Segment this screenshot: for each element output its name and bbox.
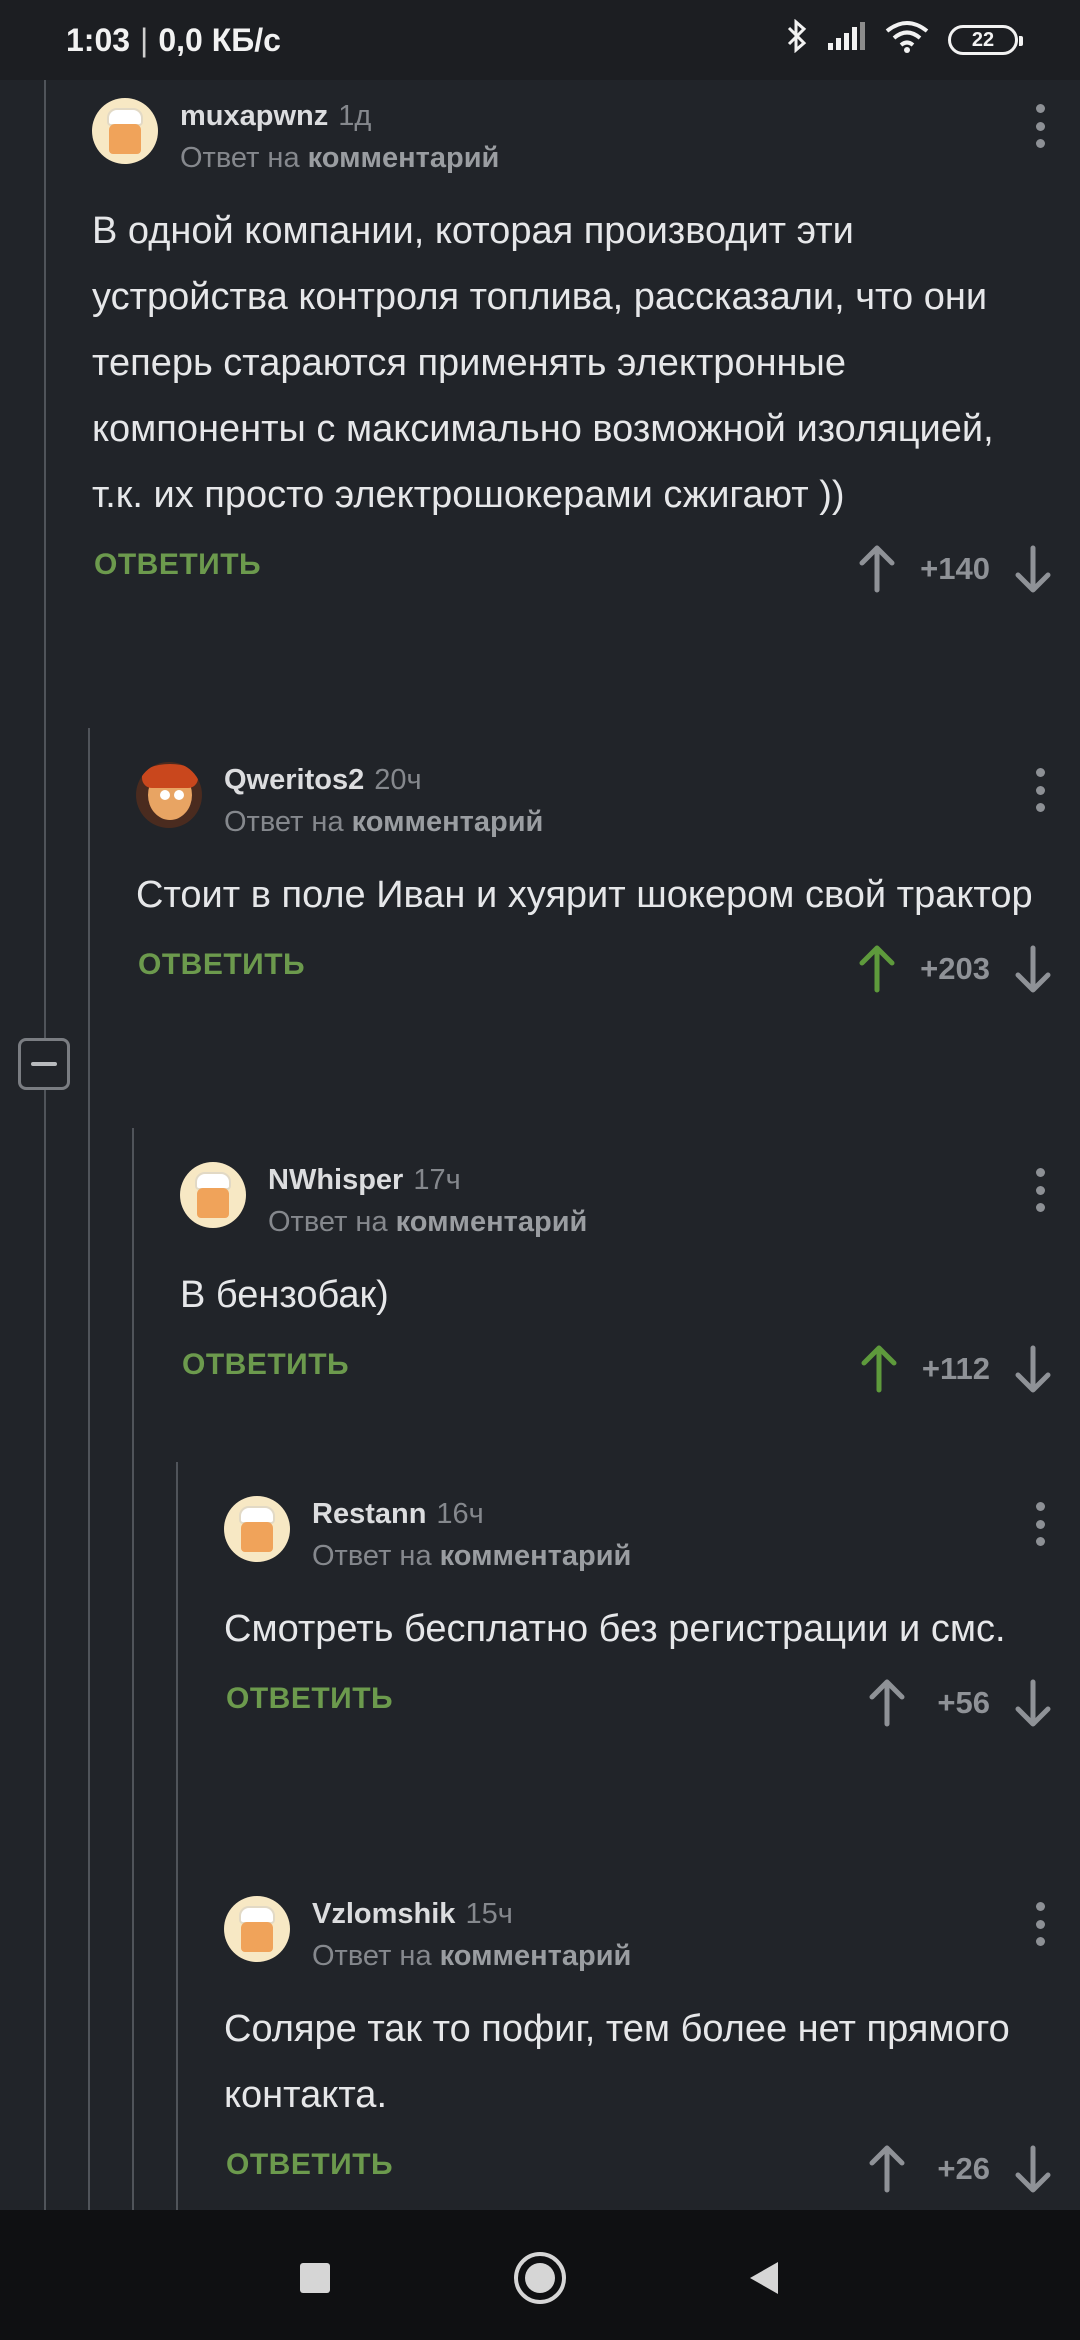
upvote-arrow-icon[interactable]	[866, 1678, 908, 1728]
comment-score: +26	[937, 2151, 990, 2186]
bluetooth-icon	[786, 18, 808, 61]
comment: Restann 16ч Ответ на комментарий Смотреть…	[224, 1496, 1080, 1738]
downvote-arrow-icon[interactable]	[1012, 1678, 1054, 1728]
navigation-bar	[0, 2210, 1080, 2340]
comment-score: +140	[920, 551, 990, 586]
upvote-arrow-icon[interactable]	[856, 544, 898, 594]
avatar[interactable]	[92, 98, 158, 164]
status-time: 1:03	[66, 21, 131, 58]
more-options-icon[interactable]	[1030, 1502, 1050, 1546]
battery-level: 22	[971, 28, 995, 51]
reply-to-line: Ответ на комментарий	[312, 1940, 632, 1972]
more-options-icon[interactable]	[1030, 1168, 1050, 1212]
avatar[interactable]	[180, 1162, 246, 1228]
status-separator: |	[140, 21, 149, 58]
comment: Qweritos2 20ч Ответ на комментарий Стоит …	[136, 762, 1080, 1004]
thread-line-level-0	[44, 80, 46, 2210]
reply-to-line: Ответ на комментарий	[180, 142, 500, 174]
reply-to-line: Ответ на комментарий	[268, 1206, 588, 1238]
vote-controls: +112	[858, 1334, 1054, 1404]
comment-username[interactable]: Qweritos2 20ч	[224, 764, 422, 797]
comment: Vzlomshik 15ч Ответ на комментарий Соляре…	[224, 1896, 1080, 2204]
home-circle-icon[interactable]	[510, 2248, 570, 2308]
comment-footer: ОТВЕТИТЬ +56	[224, 1668, 1080, 1738]
comment-score: +112	[921, 1351, 990, 1386]
comment-username[interactable]: Vzlomshik 15ч	[312, 1898, 513, 1931]
wifi-icon	[884, 19, 930, 61]
comment-time: 1д	[338, 100, 372, 132]
reply-to-link[interactable]: комментарий	[396, 1206, 588, 1238]
thread-line-level-1	[88, 728, 90, 2210]
comment-score: +203	[920, 951, 990, 986]
upvote-arrow-icon[interactable]	[858, 1344, 900, 1394]
reply-to-link[interactable]: комментарий	[440, 1940, 632, 1972]
comment: NWhisper 17ч Ответ на комментарий В бензо…	[180, 1162, 1080, 1404]
comment-time: 15ч	[465, 1898, 513, 1930]
comment-username[interactable]: muxapwnz 1д	[180, 100, 371, 133]
avatar[interactable]	[136, 762, 202, 828]
comment-time: 20ч	[374, 764, 422, 796]
comment-header: NWhisper 17ч Ответ на комментарий	[180, 1162, 1080, 1252]
upvote-arrow-icon[interactable]	[866, 2144, 908, 2194]
comment-username[interactable]: NWhisper 17ч	[268, 1164, 461, 1197]
back-triangle-icon[interactable]	[734, 2248, 794, 2308]
reply-to-line: Ответ на комментарий	[312, 1540, 632, 1572]
comment-header: Restann 16ч Ответ на комментарий	[224, 1496, 1080, 1586]
reply-to-link[interactable]: комментарий	[352, 806, 544, 838]
comment-footer: ОТВЕТИТЬ +140	[92, 534, 1080, 604]
screen: 1:03 | 0,0 КБ/с 22 muxapwnz 1д Ответ на …	[0, 0, 1080, 2340]
comment-header: muxapwnz 1д Ответ на комментарий	[92, 98, 1080, 188]
minus-icon	[31, 1062, 57, 1066]
reply-button[interactable]: ОТВЕТИТЬ	[226, 1682, 393, 1716]
reply-to-link[interactable]: комментарий	[440, 1540, 632, 1572]
status-bar: 1:03 | 0,0 КБ/с 22	[0, 0, 1080, 80]
signal-icon	[826, 21, 866, 59]
comment-score: +56	[937, 1685, 990, 1720]
comment: muxapwnz 1д Ответ на комментарий В одной …	[92, 98, 1080, 604]
more-options-icon[interactable]	[1030, 1902, 1050, 1946]
recents-square-icon[interactable]	[285, 2248, 345, 2308]
downvote-arrow-icon[interactable]	[1012, 944, 1054, 994]
comment-username[interactable]: Restann 16ч	[312, 1498, 484, 1531]
comment-text: В одной компании, которая производит эти…	[92, 210, 994, 516]
upvote-arrow-icon[interactable]	[856, 944, 898, 994]
vote-controls: +203	[856, 934, 1054, 1004]
more-options-icon[interactable]	[1030, 104, 1050, 148]
status-network-speed: 0,0 КБ/с	[158, 21, 281, 58]
reply-button[interactable]: ОТВЕТИТЬ	[138, 948, 305, 982]
downvote-arrow-icon[interactable]	[1012, 2144, 1054, 2194]
battery-icon: 22	[948, 25, 1023, 55]
comment-footer: ОТВЕТИТЬ +26	[224, 2134, 1080, 2204]
reply-to-link[interactable]: комментарий	[308, 142, 500, 174]
reply-to-line: Ответ на комментарий	[224, 806, 544, 838]
vote-controls: +56	[866, 1668, 1054, 1738]
avatar[interactable]	[224, 1496, 290, 1562]
comment-footer: ОТВЕТИТЬ +112	[180, 1334, 1080, 1404]
thread-line-level-2	[132, 1128, 134, 2210]
thread-line-level-3	[176, 1462, 178, 2210]
comment-text: Смотреть бесплатно без регистрации и смс…	[224, 1608, 1006, 1650]
comment-header: Qweritos2 20ч Ответ на комментарий	[136, 762, 1080, 852]
avatar[interactable]	[224, 1896, 290, 1962]
comment-text: Соляре так то пофиг, тем более нет прямо…	[224, 2008, 1010, 2116]
reply-button[interactable]: ОТВЕТИТЬ	[226, 2148, 393, 2182]
downvote-arrow-icon[interactable]	[1012, 1344, 1054, 1394]
downvote-arrow-icon[interactable]	[1012, 544, 1054, 594]
comment-text: Стоит в поле Иван и хуярит шокером свой …	[136, 874, 1033, 916]
comment-footer: ОТВЕТИТЬ +203	[136, 934, 1080, 1004]
reply-button[interactable]: ОТВЕТИТЬ	[94, 548, 261, 582]
vote-controls: +140	[856, 534, 1054, 604]
vote-controls: +26	[866, 2134, 1054, 2204]
comment-time: 17ч	[413, 1164, 461, 1196]
more-options-icon[interactable]	[1030, 768, 1050, 812]
comment-time: 16ч	[436, 1498, 484, 1530]
collapse-thread-button[interactable]	[18, 1038, 70, 1090]
comment-text: В бензобак)	[180, 1274, 389, 1316]
comment-header: Vzlomshik 15ч Ответ на комментарий	[224, 1896, 1080, 1986]
reply-button[interactable]: ОТВЕТИТЬ	[182, 1348, 349, 1382]
